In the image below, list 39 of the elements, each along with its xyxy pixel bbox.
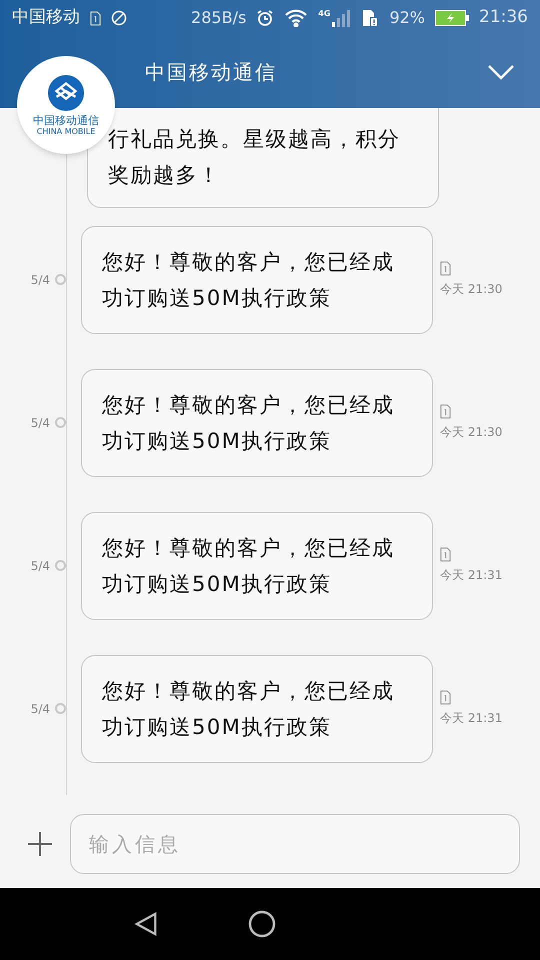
message-date: 5/4 [30, 414, 50, 432]
alarm-icon [256, 9, 274, 27]
message-bubble[interactable]: 您好！尊敬的客户，您已经成功订购送50M执行政策 [81, 512, 433, 620]
sim-alert-icon [361, 9, 380, 27]
message-bubble[interactable]: 您好！尊敬的客户，您已经成功订购送50M执行政策 [81, 226, 433, 334]
message-date: 5/4 [30, 272, 50, 288]
message-time: 今天 21:30 [440, 424, 502, 441]
home-icon[interactable] [248, 910, 276, 938]
message-text: 您好！尊敬的客户，您已经成功订购送50M执行政策 [102, 678, 396, 740]
network-speed: 285B/s [191, 7, 246, 29]
network-type: 4G [318, 8, 330, 20]
wifi-icon [284, 9, 308, 27]
clock-time: 21:36 [479, 6, 528, 30]
message-text: 您好！尊敬的客户，您已经成功订购送50M执行政策 [102, 392, 396, 454]
message-text: 您好！尊敬的客户，您已经成功订购送50M执行政策 [102, 534, 396, 598]
message-time: 今天 21:31 [440, 567, 502, 584]
carrier-name: 中国移动 [12, 6, 80, 30]
message-bubble[interactable]: 您好！尊敬的客户，您已经成功订购送50M执行政策 [81, 654, 433, 762]
sim-card-icon [440, 261, 451, 276]
conversation-title: 中国移动通信 [145, 59, 278, 86]
sim-card-icon [440, 547, 451, 562]
blocked-icon [111, 10, 127, 26]
message-text: 您好！尊敬的客户，您已经成功订购送50M执行政策 [102, 248, 396, 312]
message-date: 5/4 [30, 700, 50, 718]
add-icon[interactable] [26, 830, 54, 858]
back-icon[interactable] [134, 911, 158, 937]
sim-card-icon [90, 10, 101, 26]
message-input[interactable]: 输入信息 [70, 814, 520, 874]
logo-icon [47, 74, 85, 112]
sim-card-icon [440, 690, 451, 705]
message-date: 5/4 [30, 558, 50, 574]
sim-card-icon [440, 404, 451, 419]
message-time: 今天 21:31 [440, 710, 502, 727]
signal-icon [331, 8, 352, 28]
message-bubble[interactable]: 您好！尊敬的客户，您已经成功订购送50M执行政策 [81, 368, 433, 476]
chevron-down-icon[interactable] [488, 64, 514, 80]
battery-icon [435, 10, 469, 26]
battery-percent: 92% [389, 7, 425, 29]
message-time: 今天 21:30 [440, 281, 502, 298]
